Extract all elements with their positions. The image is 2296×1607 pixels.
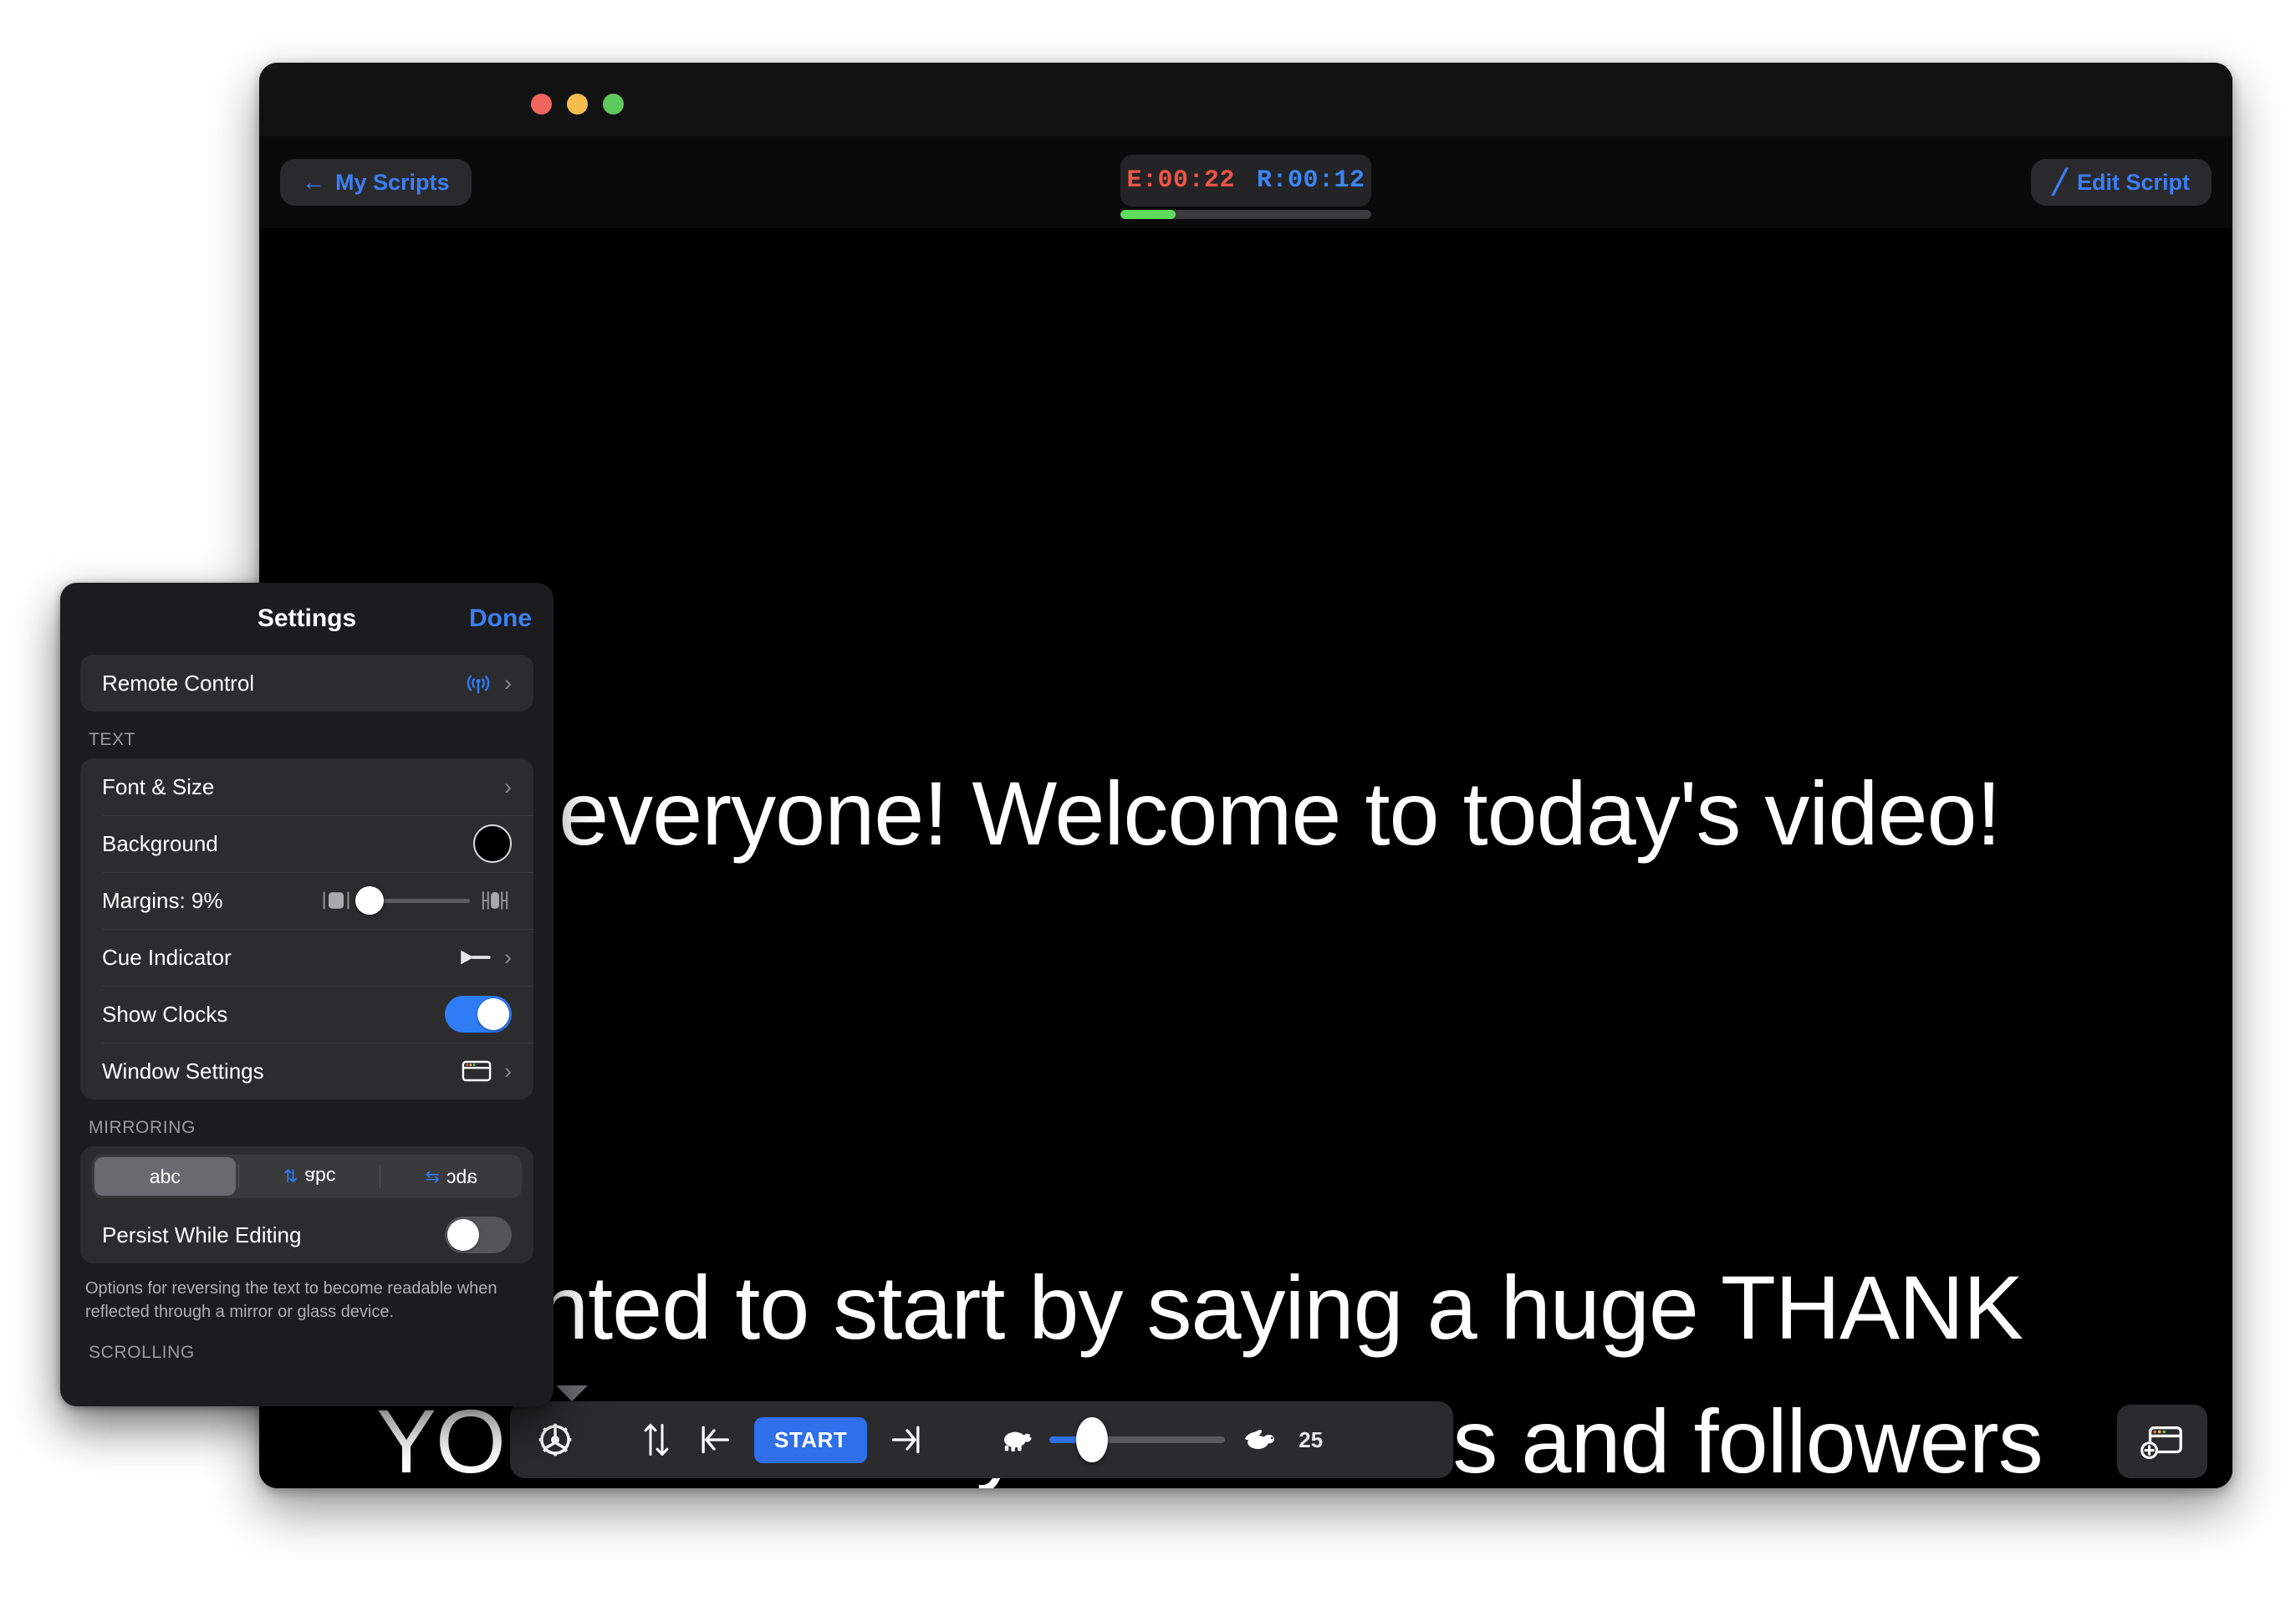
reverse-direction-button[interactable] xyxy=(639,1420,674,1460)
mirroring-segment-vertical[interactable]: ⇅ abc xyxy=(239,1155,380,1198)
teleprompter-window: ← My Scripts E:00:22 R:00:12 ╱ Edit Scri… xyxy=(259,63,2232,1488)
chevron-right-icon: › xyxy=(504,773,512,799)
rabbit-icon xyxy=(1240,1426,1278,1454)
close-button[interactable] xyxy=(531,94,552,115)
up-down-arrows-icon xyxy=(644,1424,669,1456)
chevron-right-icon: › xyxy=(504,1058,512,1084)
toggle-knob xyxy=(477,998,509,1030)
script-progress-fill xyxy=(1120,210,1176,219)
gear-icon xyxy=(538,1423,572,1457)
persist-while-editing-label: Persist While Editing xyxy=(102,1222,302,1247)
chevron-right-icon: › xyxy=(504,670,512,696)
edit-script-button[interactable]: ╱ Edit Script xyxy=(2031,159,2212,206)
mirroring-segment-label: abc xyxy=(446,1165,478,1187)
settings-title: Settings xyxy=(257,605,357,632)
mirroring-segment-horizontal[interactable]: ⇆ abc xyxy=(380,1155,522,1198)
skip-to-end-icon xyxy=(892,1426,920,1454)
settings-row-cue-indicator[interactable]: Cue Indicator › xyxy=(80,929,533,986)
margins-label: Margins: 9% xyxy=(102,887,223,913)
background-color-swatch[interactable] xyxy=(473,824,512,863)
remote-control-label: Remote Control xyxy=(102,670,255,696)
go-to-start-button[interactable] xyxy=(696,1421,732,1458)
toggle-knob xyxy=(447,1219,479,1251)
settings-header: Settings Done xyxy=(60,583,554,655)
section-header-scrolling: SCROLLING xyxy=(89,1342,195,1362)
mirroring-footnote: Options for reversing the text to become… xyxy=(85,1279,497,1322)
cue-indicator-label: Cue Indicator xyxy=(102,944,232,970)
mirroring-segment-normal[interactable]: abc xyxy=(94,1157,236,1196)
speed-slider-thumb[interactable] xyxy=(1075,1417,1108,1462)
settings-row-show-clocks[interactable]: Show Clocks xyxy=(80,986,533,1043)
speed-control: 25 xyxy=(996,1417,1324,1462)
mirroring-segment-label: abc xyxy=(149,1165,181,1187)
section-header-text: TEXT xyxy=(89,730,136,749)
persist-while-editing-toggle[interactable] xyxy=(445,1217,512,1253)
skip-to-start-icon xyxy=(702,1426,730,1454)
settings-row-persist-while-editing[interactable]: Persist While Editing xyxy=(80,1207,533,1263)
edit-script-label: Edit Script xyxy=(2076,169,2190,195)
playback-toolbar: START 25 xyxy=(510,1401,1453,1478)
prompter-paragraph: Hey everyone! Welcome to today's video! xyxy=(376,762,2002,864)
settings-row-remote-control[interactable]: Remote Control › xyxy=(80,655,533,712)
turtle-icon xyxy=(996,1426,1034,1454)
background-label: Background xyxy=(102,830,218,856)
screen: ← My Scripts E:00:22 R:00:12 ╱ Edit Scri… xyxy=(0,0,2296,1607)
mirroring-segmented-control: abc ⇅ abc ⇆ abc xyxy=(92,1155,522,1198)
minimize-button[interactable] xyxy=(567,94,588,115)
arrow-left-icon: ← xyxy=(302,169,325,195)
pencil-icon: ╱ xyxy=(2053,169,2067,195)
elapsed-time: E:00:22 xyxy=(1126,166,1235,195)
font-size-label: Font & Size xyxy=(102,773,215,799)
mirroring-group: abc ⇅ abc ⇆ abc Persist While Editing xyxy=(80,1146,533,1263)
start-button[interactable]: START xyxy=(754,1416,868,1463)
speed-slider[interactable] xyxy=(1049,1417,1226,1462)
mirroring-segment-label: abc xyxy=(304,1166,336,1188)
zoom-button[interactable] xyxy=(603,94,624,115)
settings-row-window-settings[interactable]: Window Settings › xyxy=(80,1043,533,1099)
script-progress-track xyxy=(1120,210,1371,219)
remote-control-group: Remote Control › xyxy=(80,655,533,712)
new-window-icon xyxy=(2140,1426,2182,1460)
chevron-right-icon: › xyxy=(504,944,512,970)
prompter-text: Hey everyone! Welcome to today's video! … xyxy=(376,479,2115,1488)
broadcast-icon xyxy=(467,675,490,694)
settings-gear-button[interactable] xyxy=(530,1415,580,1465)
window-titlebar xyxy=(259,63,2232,136)
my-scripts-button[interactable]: ← My Scripts xyxy=(280,159,472,206)
transport-controls: START xyxy=(639,1416,926,1463)
cue-marker-icon xyxy=(461,950,491,965)
section-header-mirroring: MIRRORING xyxy=(89,1118,196,1137)
window-icon xyxy=(462,1060,492,1082)
settings-row-background[interactable]: Background xyxy=(80,815,533,872)
flip-vertical-icon: ⇅ xyxy=(283,1166,298,1186)
prompter-viewport[interactable]: Hey everyone! Welcome to today's video! … xyxy=(259,228,2232,1488)
window-settings-label: Window Settings xyxy=(102,1058,264,1084)
margins-slider-thumb[interactable] xyxy=(355,886,384,915)
top-toolbar: ← My Scripts E:00:22 R:00:12 ╱ Edit Scri… xyxy=(259,136,2232,228)
my-scripts-label: My Scripts xyxy=(335,169,450,195)
flip-horizontal-icon: ⇆ xyxy=(425,1166,440,1186)
text-settings-group: Font & Size › Background Margins: 9% Cue… xyxy=(80,758,533,1099)
remaining-time: R:00:12 xyxy=(1257,166,1365,195)
margins-slider[interactable] xyxy=(355,886,470,915)
settings-popover: Settings Done Remote Control › TEXT Font… xyxy=(60,583,554,1406)
settings-done-button[interactable]: Done xyxy=(469,605,532,633)
timer-capsule[interactable]: E:00:22 R:00:12 xyxy=(1120,155,1371,207)
timer-display: E:00:22 R:00:12 xyxy=(1120,155,1371,219)
show-clocks-toggle[interactable] xyxy=(445,996,512,1033)
popover-pointer xyxy=(556,1385,588,1401)
go-to-end-button[interactable] xyxy=(889,1421,926,1458)
speed-value: 25 xyxy=(1299,1426,1324,1452)
show-clocks-label: Show Clocks xyxy=(102,1001,228,1027)
new-window-button[interactable] xyxy=(2117,1405,2207,1478)
wide-margins-icon xyxy=(323,891,350,910)
settings-row-font-size[interactable]: Font & Size › xyxy=(80,758,533,815)
settings-row-margins[interactable]: Margins: 9% xyxy=(80,872,533,929)
narrow-margins-icon xyxy=(482,891,508,910)
